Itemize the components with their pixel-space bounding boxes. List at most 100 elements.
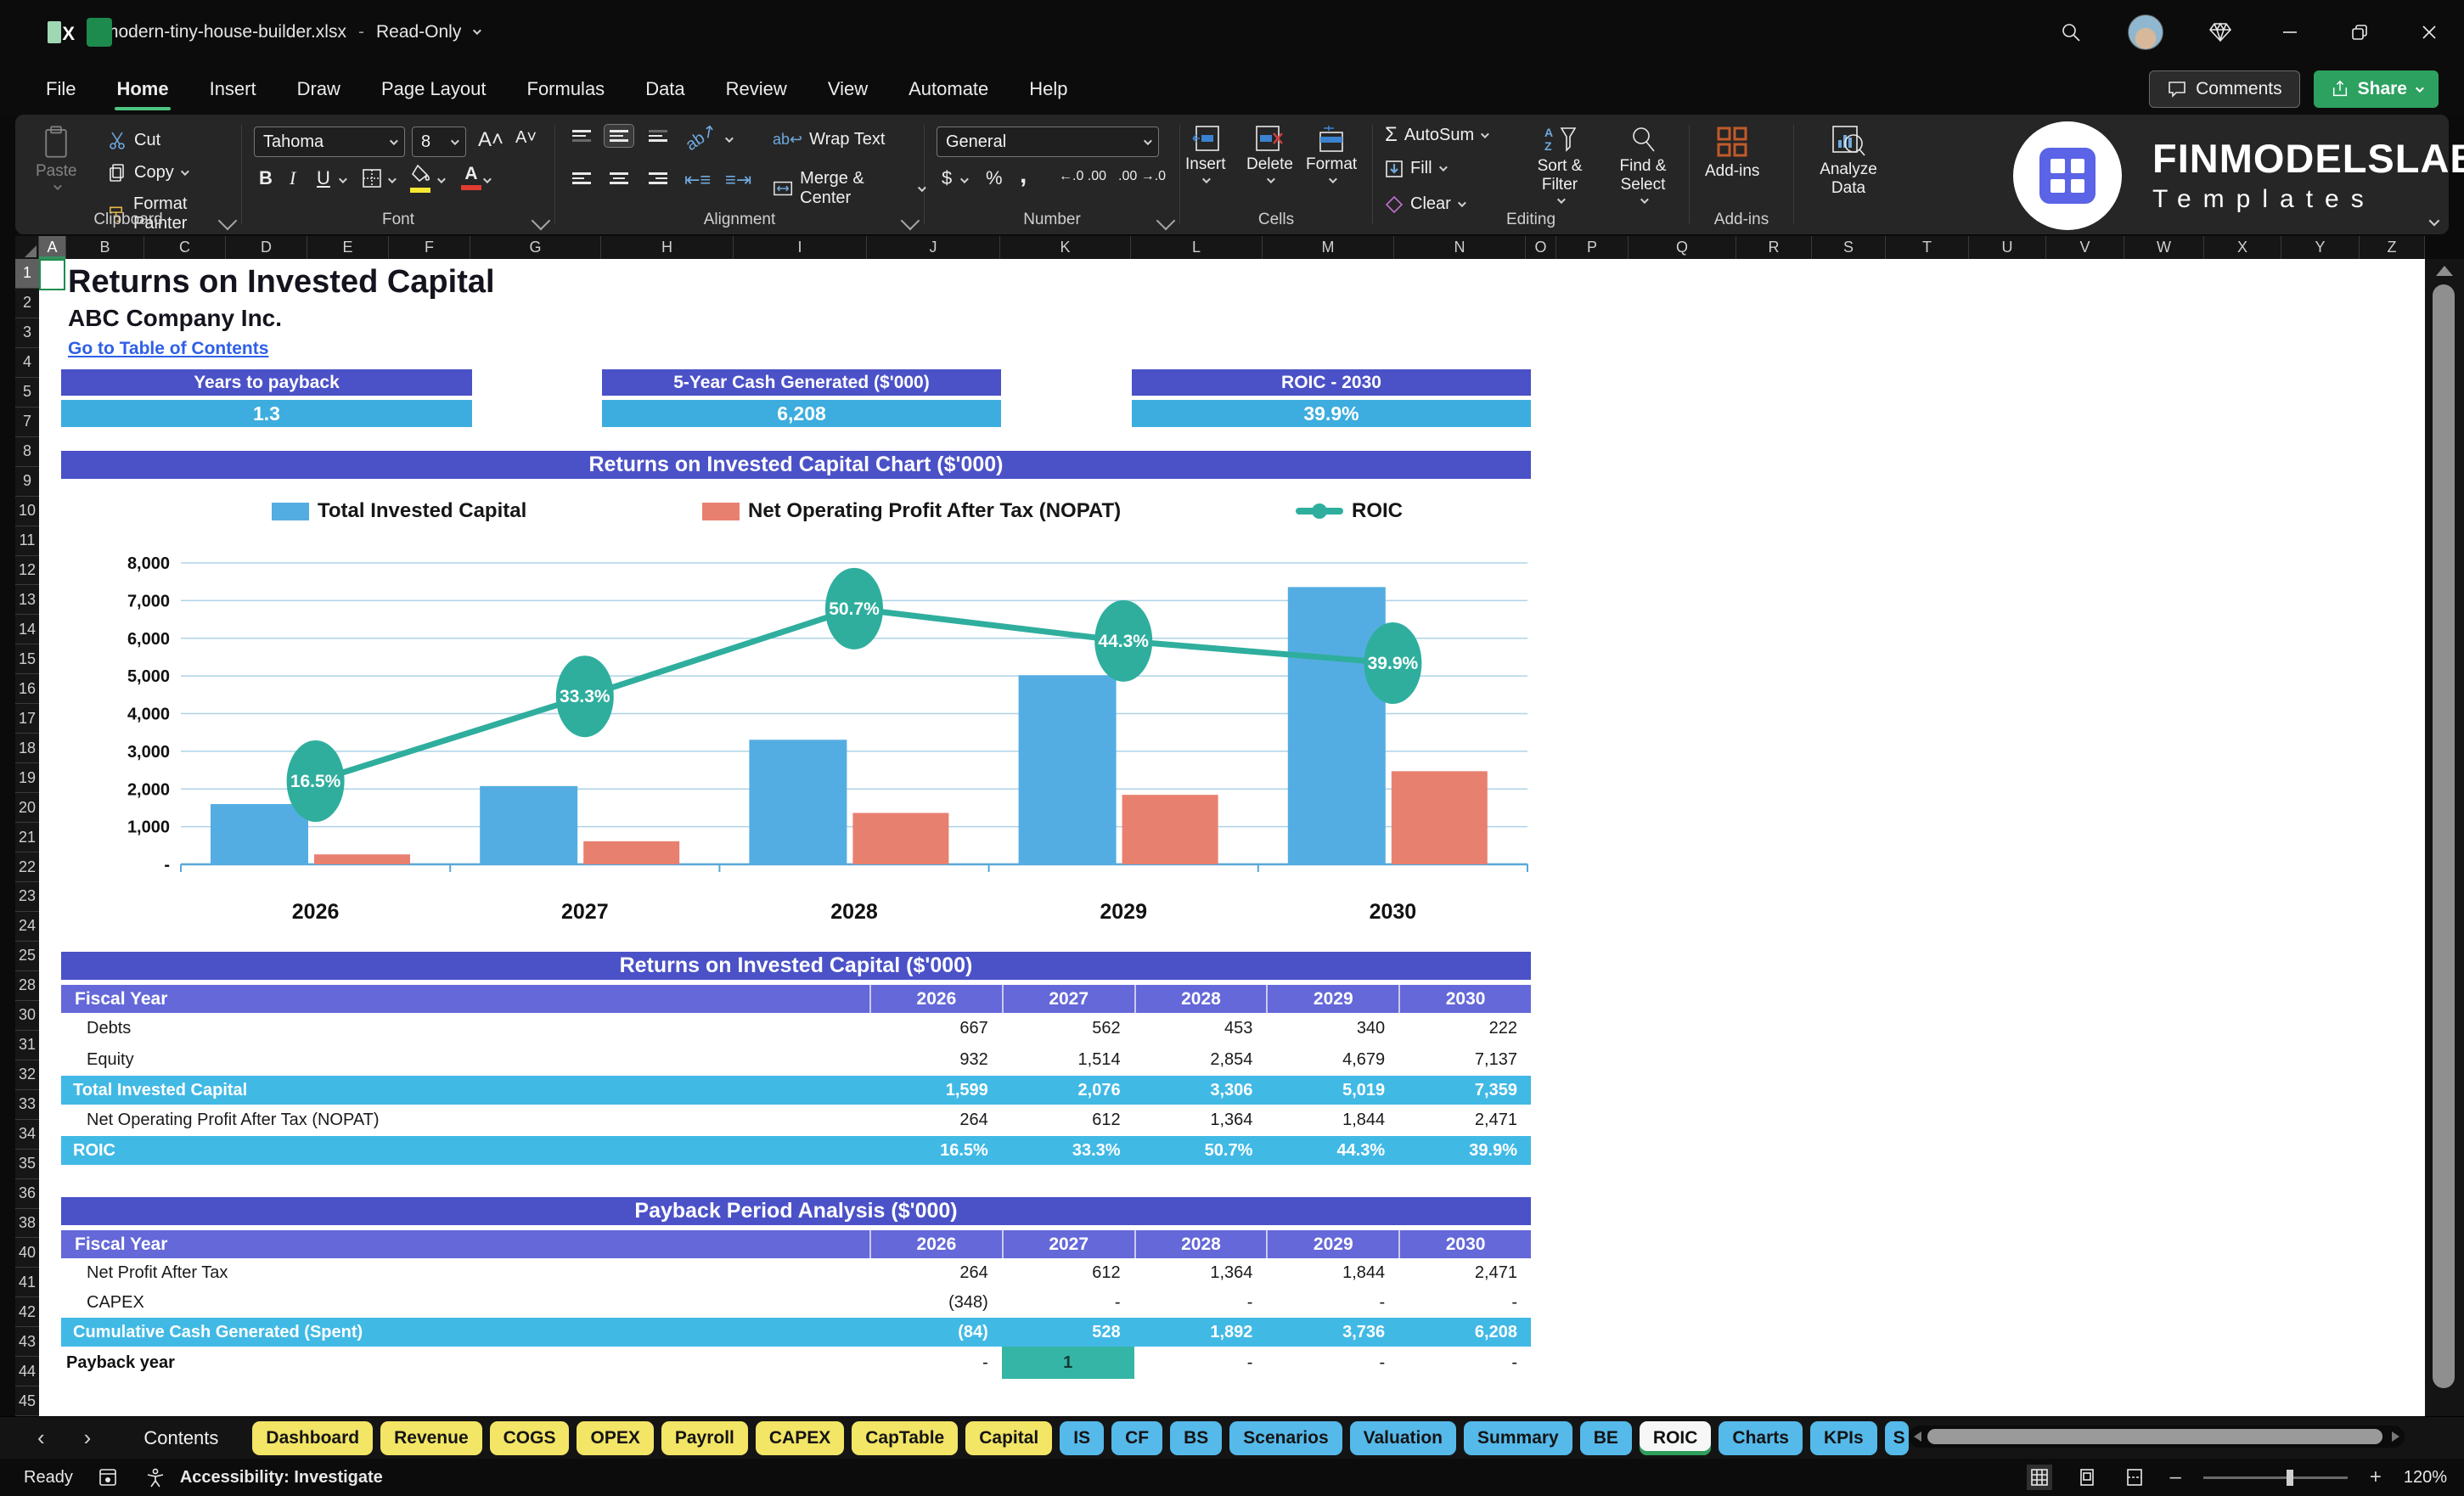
column-header-S[interactable]: S <box>1812 236 1886 259</box>
row-header-44[interactable]: 44 <box>15 1357 39 1387</box>
borders-dropdown-icon[interactable] <box>387 175 397 184</box>
sheet-tab-dashboard[interactable]: Dashboard <box>252 1420 374 1455</box>
sheet-tab-capital[interactable]: Capital <box>965 1420 1053 1455</box>
select-all-corner[interactable] <box>15 236 39 259</box>
underline-dropdown-icon[interactable] <box>338 175 347 184</box>
menu-tab-insert[interactable]: Insert <box>193 70 273 109</box>
column-header-O[interactable]: O <box>1526 236 1556 259</box>
restore-button[interactable] <box>2347 20 2372 45</box>
column-header-K[interactable]: K <box>1000 236 1131 259</box>
row-header-16[interactable]: 16 <box>15 674 39 705</box>
fill-color-dropdown-icon[interactable] <box>436 175 446 184</box>
row-header-19[interactable]: 19 <box>15 763 39 794</box>
font-name-select[interactable]: Tahoma <box>254 127 405 157</box>
column-header-T[interactable]: T <box>1886 236 1969 259</box>
zoom-slider-thumb[interactable] <box>2287 1469 2294 1486</box>
column-header-A[interactable]: A <box>39 236 66 259</box>
sheet-tab-charts[interactable]: Charts <box>1719 1420 1803 1455</box>
sheet-tab-s[interactable]: S <box>1884 1420 1909 1455</box>
table-of-contents-link[interactable]: Go to Table of Contents <box>68 339 268 359</box>
bold-button[interactable]: B <box>259 167 273 189</box>
row-header-32[interactable]: 32 <box>15 1060 39 1090</box>
close-button[interactable] <box>2416 20 2442 45</box>
align-middle-icon[interactable] <box>604 124 634 148</box>
row-header-45[interactable]: 45 <box>15 1386 39 1417</box>
underline-button[interactable]: U <box>317 167 330 189</box>
merge-center-button[interactable]: Merge & Center <box>773 169 926 208</box>
find-select-dropdown-icon[interactable] <box>1640 194 1649 204</box>
italic-button[interactable]: I <box>290 167 295 189</box>
orientation-icon[interactable]: ab↗ <box>681 119 721 155</box>
row-header-23[interactable]: 23 <box>15 882 39 912</box>
orientation-dropdown-icon[interactable] <box>724 134 734 143</box>
column-header-B[interactable]: B <box>66 236 144 259</box>
column-header-C[interactable]: C <box>144 236 226 259</box>
row-header-12[interactable]: 12 <box>15 556 39 586</box>
horizontal-scrollbar[interactable] <box>1909 1426 2405 1448</box>
scroll-up-icon[interactable] <box>2436 266 2453 276</box>
row-header-22[interactable]: 22 <box>15 852 39 883</box>
vertical-scrollbar[interactable] <box>2425 259 2464 1416</box>
menu-tab-data[interactable]: Data <box>628 70 701 109</box>
align-left-icon[interactable] <box>567 167 596 189</box>
row-header-8[interactable]: 8 <box>15 437 39 467</box>
menu-tab-automate[interactable]: Automate <box>892 70 1005 109</box>
horizontal-scroll-thumb[interactable] <box>1927 1429 2382 1444</box>
decrease-indent-icon[interactable]: ⇤≡ <box>684 169 711 191</box>
zoom-out-button[interactable]: – <box>2169 1465 2180 1489</box>
find-select-button[interactable]: Find & Select <box>1604 115 1682 204</box>
row-header-2[interactable]: 2 <box>15 289 39 318</box>
column-header-F[interactable]: F <box>389 236 470 259</box>
search-icon[interactable] <box>2058 20 2084 45</box>
wrap-text-button[interactable]: ab↩ Wrap Text <box>773 130 885 149</box>
sheet-tab-bs[interactable]: BS <box>1170 1420 1223 1455</box>
sheet-tab-is[interactable]: IS <box>1060 1420 1105 1455</box>
normal-view-icon[interactable] <box>2027 1465 2053 1490</box>
sheet-canvas[interactable]: Returns on Invested Capital ABC Company … <box>39 259 2425 1416</box>
number-format-select[interactable]: General <box>937 127 1159 157</box>
currency-format-icon[interactable]: $ <box>942 167 952 189</box>
row-header-4[interactable]: 4 <box>15 348 39 378</box>
sheet-tab-cogs[interactable]: COGS <box>489 1420 570 1455</box>
sheet-tab-revenue[interactable]: Revenue <box>380 1420 482 1455</box>
addins-button[interactable]: Add-ins <box>1705 115 1759 181</box>
row-header-34[interactable]: 34 <box>15 1120 39 1150</box>
column-header-P[interactable]: P <box>1556 236 1629 259</box>
column-header-J[interactable]: J <box>867 236 1000 259</box>
column-header-Q[interactable]: Q <box>1629 236 1736 259</box>
sheet-tab-be[interactable]: BE <box>1579 1420 1632 1455</box>
accessibility-icon[interactable] <box>143 1465 168 1490</box>
column-header-E[interactable]: E <box>307 236 389 259</box>
paste-button[interactable]: Paste <box>36 115 77 191</box>
column-header-L[interactable]: L <box>1131 236 1263 259</box>
sheet-tab-opex[interactable]: OPEX <box>577 1420 654 1455</box>
delete-dropdown-icon[interactable] <box>1266 175 1275 184</box>
clear-dropdown-icon[interactable] <box>1457 199 1466 208</box>
sheet-tab-captable[interactable]: CapTable <box>852 1420 959 1455</box>
align-center-icon[interactable] <box>605 167 633 189</box>
align-top-icon[interactable] <box>567 125 596 147</box>
increase-indent-icon[interactable]: ≡⇥ <box>725 169 751 191</box>
row-header-38[interactable]: 38 <box>15 1209 39 1239</box>
font-size-select[interactable]: 8 <box>412 127 466 157</box>
title-dropdown-icon[interactable] <box>473 26 482 36</box>
column-header-Z[interactable]: Z <box>2360 236 2425 259</box>
sheet-tab-payroll[interactable]: Payroll <box>661 1420 748 1455</box>
row-header-1[interactable]: 1 <box>15 259 39 289</box>
zoom-level[interactable]: 120% <box>2404 1468 2447 1488</box>
row-header-24[interactable]: 24 <box>15 912 39 942</box>
menu-tab-review[interactable]: Review <box>709 70 804 109</box>
row-header-11[interactable]: 11 <box>15 526 39 556</box>
row-header-42[interactable]: 42 <box>15 1297 39 1328</box>
row-header-43[interactable]: 43 <box>15 1327 39 1358</box>
column-header-U[interactable]: U <box>1969 236 2046 259</box>
column-header-N[interactable]: N <box>1394 236 1526 259</box>
percent-format-icon[interactable]: % <box>986 167 1003 189</box>
menu-tab-formulas[interactable]: Formulas <box>510 70 622 109</box>
column-header-M[interactable]: M <box>1263 236 1394 259</box>
currency-dropdown-icon[interactable] <box>959 175 969 184</box>
share-button[interactable]: Share <box>2313 70 2439 108</box>
row-header-13[interactable]: 13 <box>15 585 39 616</box>
row-header-21[interactable]: 21 <box>15 823 39 853</box>
macro-record-icon[interactable] <box>95 1465 121 1490</box>
